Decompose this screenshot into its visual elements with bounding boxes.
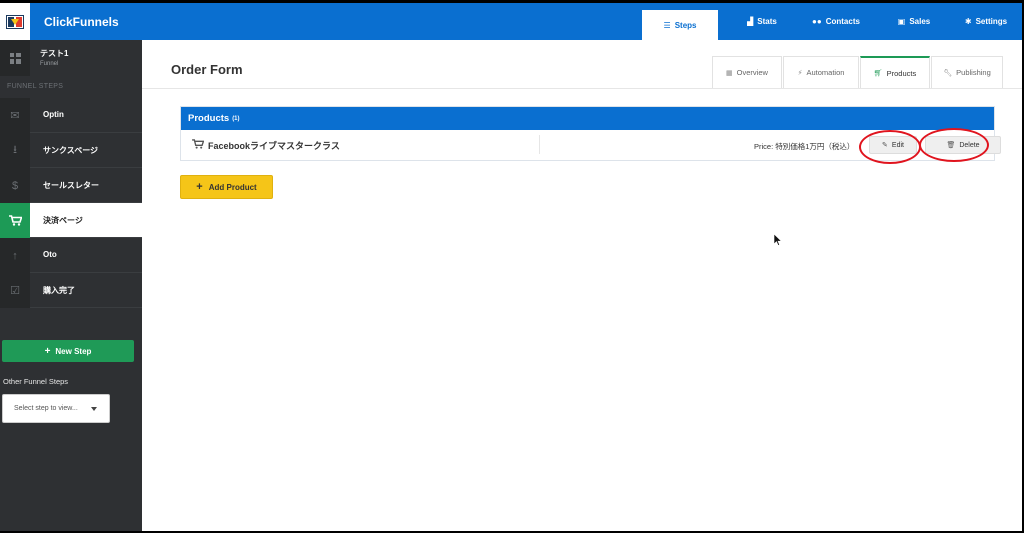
nav-stats-label: Stats	[757, 17, 777, 26]
mouse-cursor-icon	[774, 234, 782, 246]
delete-annotation-circle	[919, 128, 989, 162]
product-name: Facebookライブマスタークラス	[208, 141, 340, 151]
cart-icon	[192, 139, 205, 151]
top-bar: ClickFunnels ☰ Steps ▟ Stats ●● Contacts…	[0, 3, 1022, 40]
plus-icon: +	[196, 181, 203, 193]
list-icon: ☰	[663, 20, 671, 30]
row-divider	[539, 135, 540, 154]
grid-icon: ▦	[726, 69, 733, 77]
gear-icon: ✱	[964, 17, 972, 26]
funnel-steps-list: ✉ Optin ⭳ サンクスページ $ セールスレター 決済ページ ↑ Oto	[0, 98, 142, 308]
nav-sales-label: Sales	[909, 17, 931, 26]
step-label: 決済ページ	[43, 216, 83, 225]
main-content: Order Form ▦ Overview ⚡ Automation 🛒︎ Pr…	[142, 40, 1022, 531]
caret-down-icon	[91, 407, 97, 411]
step-item-oto[interactable]: ↑ Oto	[0, 238, 142, 273]
tab-overview-label: Overview	[736, 68, 768, 77]
sidebar: テスト1 Funnel FUNNEL STEPS ✉ Optin ⭳ サンクスペ…	[0, 40, 142, 531]
nav-settings-label: Settings	[975, 17, 1008, 26]
step-item-optin[interactable]: ✉ Optin	[0, 98, 142, 133]
cart-icon: 🛒︎	[873, 70, 883, 77]
edit-annotation-circle	[859, 130, 921, 164]
bolt-icon: ⚡	[797, 69, 803, 77]
nav-settings[interactable]: ✱ Settings	[950, 3, 1022, 40]
top-nav: ☰ Steps ▟ Stats ●● Contacts ▣ Sales ✱ Se…	[642, 3, 1022, 40]
step-item-checkout[interactable]: 決済ページ	[0, 203, 142, 238]
tabs-divider	[142, 88, 1022, 89]
add-product-button[interactable]: + Add Product	[180, 175, 273, 199]
cart-icon	[0, 203, 30, 238]
tab-publishing[interactable]: 🔧︎ Publishing	[931, 56, 1003, 88]
products-count: (1)	[232, 115, 240, 122]
wrench-icon: 🔧︎	[943, 69, 953, 77]
plus-icon: +	[44, 345, 51, 357]
nav-steps-label: Steps	[674, 20, 697, 30]
tab-automation-label: Automation	[806, 68, 845, 77]
step-label: サンクスページ	[43, 146, 99, 155]
app-frame: ClickFunnels ☰ Steps ▟ Stats ●● Contacts…	[0, 3, 1022, 531]
chart-icon: ▟	[747, 17, 754, 26]
funnel-steps-heading: FUNNEL STEPS	[7, 83, 64, 90]
step-item-thanks[interactable]: ⭳ サンクスページ	[0, 133, 142, 168]
step-select-placeholder: Select step to view...	[14, 405, 78, 412]
download-icon: ⭳	[0, 133, 30, 168]
new-step-button[interactable]: + New Step	[2, 340, 134, 362]
products-panel-header: Products (1)	[181, 107, 994, 130]
funnel-name: テスト1	[40, 49, 69, 58]
step-label: 購入完了	[43, 286, 75, 295]
add-product-label: Add Product	[208, 182, 257, 192]
tab-automation[interactable]: ⚡ Automation	[783, 56, 859, 88]
funnel-header[interactable]: テスト1 Funnel	[0, 40, 142, 76]
new-step-label: New Step	[55, 346, 92, 356]
step-tabs: ▦ Overview ⚡ Automation 🛒︎ Products 🔧︎ P…	[712, 56, 1004, 88]
dollar-icon: $	[0, 168, 30, 203]
step-select-dropdown[interactable]: Select step to view...	[2, 394, 110, 423]
check-square-icon: ☑	[0, 273, 30, 308]
tab-overview[interactable]: ▦ Overview	[712, 56, 782, 88]
arrow-up-icon: ↑	[0, 238, 30, 273]
nav-steps[interactable]: ☰ Steps	[642, 10, 718, 40]
tab-products[interactable]: 🛒︎ Products	[860, 56, 930, 88]
envelope-icon: ✉	[0, 98, 30, 133]
page-title: Order Form	[171, 62, 243, 77]
step-label: Oto	[43, 250, 57, 259]
tab-products-label: Products	[886, 68, 917, 78]
brand-name[interactable]: ClickFunnels	[44, 15, 119, 29]
funnel-type: Funnel	[40, 61, 59, 67]
nav-sales[interactable]: ▣ Sales	[878, 3, 950, 40]
step-item-sales-letter[interactable]: $ セールスレター	[0, 168, 142, 203]
step-item-complete[interactable]: ☑ 購入完了	[0, 273, 142, 308]
other-steps-label: Other Funnel Steps	[3, 377, 69, 386]
nav-contacts-label: Contacts	[825, 17, 860, 26]
products-panel-title: Products	[188, 113, 230, 124]
nav-stats[interactable]: ▟ Stats	[730, 3, 794, 40]
step-label: セールスレター	[43, 181, 99, 190]
logo-icon	[6, 14, 24, 29]
dashboard-icon	[0, 40, 30, 76]
users-icon: ●●	[812, 17, 822, 26]
step-label: Optin	[43, 110, 64, 119]
product-price: Price: 特別価格1万円（税込）	[754, 142, 855, 151]
clickfunnels-logo[interactable]	[0, 3, 30, 40]
nav-contacts[interactable]: ●● Contacts	[794, 3, 878, 40]
money-icon: ▣	[897, 17, 906, 26]
tab-publishing-label: Publishing	[956, 68, 991, 77]
